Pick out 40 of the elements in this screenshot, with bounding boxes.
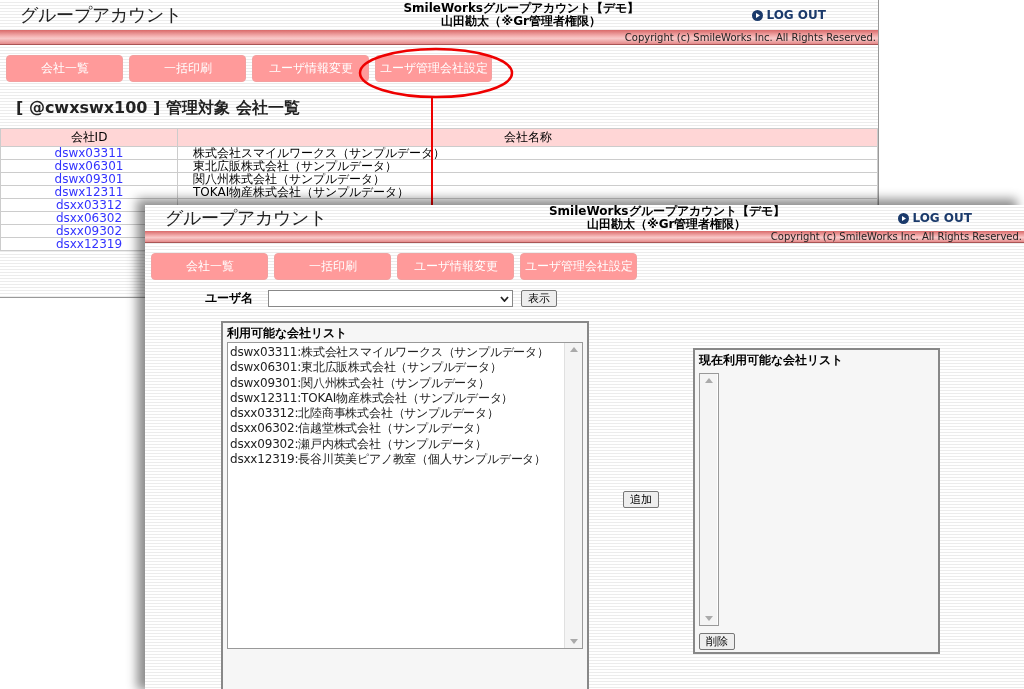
copyright-text: Copyright (c) SmileWorks Inc. All Rights Reserved. (770, 231, 1023, 242)
field-label: ユーザ名 (205, 290, 254, 307)
app-name: SmileWorksグループアカウント【デモ】 (548, 205, 785, 218)
panel-title: 利用可能な会社リスト (227, 325, 348, 342)
panel-title: 現在利用可能な会社リスト (699, 352, 844, 369)
logout-link[interactable]: LOG OUT (898, 211, 972, 225)
column-header: 会社名称 (177, 128, 878, 147)
remove-button[interactable]: 削除 (699, 633, 735, 650)
play-circle-icon (752, 9, 764, 21)
copyright-text: Copyright (c) SmileWorks Inc. All Rights Reserved. (624, 31, 877, 43)
add-button[interactable]: 追加 (623, 491, 659, 508)
user-name: 山田勘太（※Gr管理者権限） (587, 218, 747, 231)
user-select[interactable] (268, 290, 513, 307)
company-name: TOKAI物産株式会社（サンプルデータ） (193, 185, 410, 199)
list-option[interactable]: dsxx03312:北陸商事株式会社（サンプルデータ） (230, 406, 499, 422)
play-circle-icon (898, 212, 910, 224)
company-name: 関八州株式会社（サンプルデータ） (193, 172, 385, 186)
scroll-up-icon[interactable] (704, 378, 713, 383)
list-option[interactable]: dswx09301:関八州株式会社（サンプルデータ） (230, 375, 490, 391)
list-option[interactable]: dsxx09302:瀬戸内株式会社（サンプルデータ） (230, 436, 488, 453)
chevron-down-icon (500, 295, 509, 302)
page-heading: [ @cwxswx100 ] 管理対象 会社一覧 (16, 98, 301, 119)
list-option[interactable]: dsxx12319:長谷川英美ピアノ教室（個人サンプルデータ） (230, 452, 547, 468)
show-button[interactable]: 表示 (521, 290, 557, 307)
company-listbox[interactable] (227, 342, 583, 649)
company-name: 東北広販株式会社（サンプルデータ） (193, 159, 397, 173)
app-title: グループアカウント (20, 3, 183, 27)
scroll-down-icon[interactable] (704, 616, 713, 621)
column-header: 会社ID (0, 128, 178, 147)
app-title: グループアカウント (165, 206, 328, 230)
list-option[interactable]: dsxx06302:信越堂株式会社（サンプルデータ） (230, 421, 488, 437)
user-name: 山田勘太（※Gr管理者権限） (441, 15, 601, 28)
app-name: SmileWorksグループアカウント【デモ】 (403, 2, 639, 15)
scroll-up-icon[interactable] (569, 347, 578, 352)
company-name: 株式会社スマイルワークス（サンプルデータ） (193, 146, 445, 160)
scroll-down-icon[interactable] (569, 639, 578, 644)
list-option[interactable]: dswx12311:TOKAI物産株式会社（サンプルデータ） (230, 390, 514, 407)
list-option[interactable]: dswx06301:東北広販株式会社（サンプルデータ） (230, 360, 502, 376)
logout-link[interactable]: LOG OUT (752, 8, 826, 22)
list-option[interactable]: dswx03311:株式会社スマイルワークス（サンプルデータ） (230, 345, 549, 361)
